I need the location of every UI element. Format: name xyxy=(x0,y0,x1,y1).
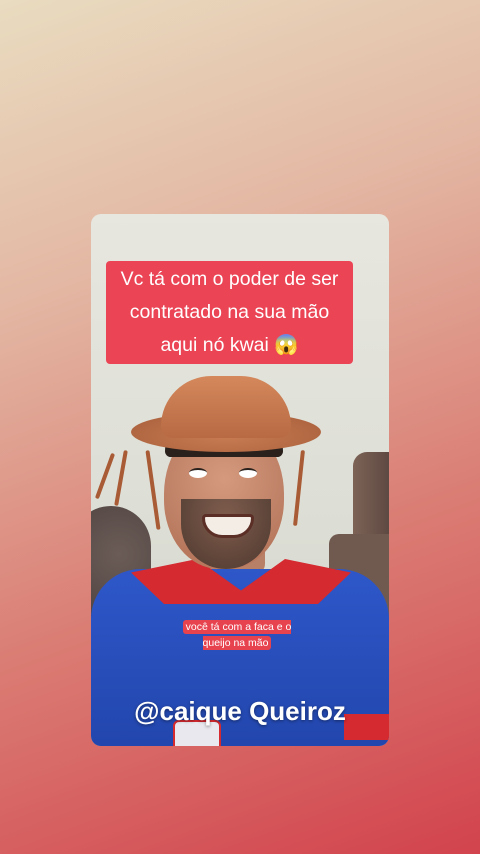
hat-fringe xyxy=(94,452,116,500)
right-eye xyxy=(239,468,257,478)
left-eye xyxy=(189,468,207,478)
hat-fringe xyxy=(293,449,305,527)
hat-fringe xyxy=(145,450,161,530)
subtitle-caption: você tá com a faca e o queijo na mão xyxy=(175,619,299,651)
hat-crown xyxy=(161,376,291,438)
subtitle-text: você tá com a faca e o queijo na mão xyxy=(182,620,292,650)
creator-handle[interactable]: @caique Queiroz xyxy=(91,696,389,727)
headline-banner: Vc tá com o poder de ser contratado na s… xyxy=(106,261,353,364)
hat-fringe xyxy=(114,450,128,506)
